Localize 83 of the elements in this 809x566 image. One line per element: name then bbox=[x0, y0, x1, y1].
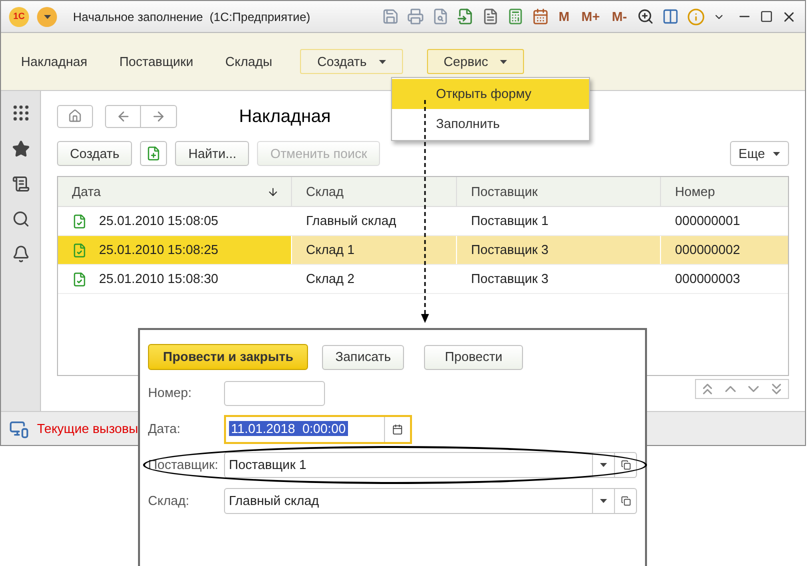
post-and-close-button[interactable]: Провести и закрыть bbox=[148, 344, 308, 370]
column-header[interactable]: Номер bbox=[660, 177, 788, 206]
memory-button[interactable]: M bbox=[556, 6, 572, 26]
table-row[interactable]: 25.01.2010 15:08:25 Склад 1 Поставщик 3 000000002 bbox=[58, 236, 788, 265]
monitor-icon[interactable] bbox=[9, 418, 29, 438]
table-row[interactable]: 25.01.2010 15:08:30 Склад 2 Поставщик 3 000000003 bbox=[58, 265, 788, 294]
caret-icon bbox=[773, 152, 780, 156]
calendar-icon[interactable] bbox=[392, 424, 403, 434]
section-link[interactable]: Поставщики bbox=[115, 52, 198, 72]
status-text[interactable]: Текущие вызовы bbox=[37, 418, 138, 438]
column-header[interactable]: Склад bbox=[291, 177, 456, 206]
posted-document-icon bbox=[72, 214, 87, 228]
memory-button[interactable]: M+ bbox=[579, 6, 602, 26]
form-button[interactable]: Записать bbox=[322, 344, 404, 370]
toolbar-button[interactable]: Найти... bbox=[175, 141, 250, 166]
caret-icon bbox=[600, 463, 607, 467]
select-field[interactable]: Главный склад bbox=[224, 488, 637, 514]
menu-item[interactable]: Заполнить bbox=[392, 109, 589, 139]
table-cell: Поставщик 3 bbox=[456, 236, 660, 264]
back-icon bbox=[116, 108, 130, 124]
column-header[interactable]: Поставщик bbox=[456, 177, 660, 206]
menu-button[interactable]: Сервис bbox=[426, 49, 524, 74]
main-menu-button[interactable] bbox=[37, 6, 57, 26]
search-icon[interactable] bbox=[12, 210, 30, 228]
add-file-icon bbox=[146, 146, 162, 161]
section-link[interactable]: Склады bbox=[221, 52, 276, 72]
document-icon[interactable] bbox=[482, 8, 499, 25]
sort-icon bbox=[267, 186, 279, 198]
home-icon bbox=[68, 109, 82, 123]
table-cell: 25.01.2010 15:08:05 bbox=[58, 207, 291, 235]
input-field[interactable] bbox=[224, 380, 325, 406]
info-icon[interactable] bbox=[687, 8, 705, 26]
zoom-icon[interactable] bbox=[637, 8, 654, 25]
copy-button[interactable] bbox=[140, 141, 168, 166]
select-field[interactable]: Поставщик 1 bbox=[224, 452, 637, 478]
more-button[interactable]: Еще bbox=[730, 141, 789, 166]
field-label: Поставщик: bbox=[148, 456, 220, 474]
caret-icon bbox=[44, 14, 50, 18]
preview-icon[interactable] bbox=[432, 8, 449, 25]
open-icon[interactable] bbox=[620, 496, 630, 506]
table-cell-text: Главный склад bbox=[305, 212, 398, 230]
open-icon[interactable] bbox=[620, 460, 630, 470]
import-icon[interactable] bbox=[456, 8, 474, 25]
table-cell-text: Склад 2 bbox=[305, 270, 356, 288]
menu-button[interactable]: Создать bbox=[300, 49, 403, 74]
table-cell-text: 000000003 bbox=[674, 270, 742, 288]
window-title: Начальное заполнение (1С:Предприятие) bbox=[73, 8, 310, 26]
maximize-icon[interactable] bbox=[760, 10, 773, 23]
history-icon[interactable] bbox=[12, 175, 30, 193]
table-cell: 25.01.2010 15:08:30 bbox=[58, 265, 291, 293]
field-label: Дата: bbox=[148, 420, 182, 438]
save-icon[interactable] bbox=[382, 8, 399, 25]
section-link[interactable]: Накладная bbox=[17, 52, 92, 72]
calendar-icon[interactable] bbox=[532, 8, 549, 25]
create-button[interactable]: Создать bbox=[57, 141, 132, 166]
table-cell-text: Поставщик 3 bbox=[470, 270, 550, 288]
print-icon[interactable] bbox=[406, 8, 424, 25]
posted-document-icon bbox=[72, 272, 87, 286]
table-cell: 000000002 bbox=[660, 236, 788, 264]
grid-icon[interactable] bbox=[10, 103, 30, 123]
table-cell: Склад 1 bbox=[291, 236, 456, 264]
panels-icon[interactable] bbox=[662, 8, 679, 25]
posted-document-icon bbox=[72, 242, 87, 258]
table-cell-text: Поставщик 1 bbox=[470, 212, 550, 230]
column-header[interactable]: Дата bbox=[58, 177, 291, 206]
bell-icon[interactable] bbox=[12, 245, 30, 263]
caret-icon bbox=[378, 60, 386, 64]
field-label: Номер: bbox=[148, 384, 193, 402]
forward-icon bbox=[151, 108, 166, 124]
form-title: Накладная bbox=[239, 104, 331, 128]
table-cell-text: 000000001 bbox=[674, 212, 742, 230]
menu-item[interactable]: Открыть форму bbox=[392, 79, 589, 109]
field-label: Склад: bbox=[148, 492, 190, 510]
form-button[interactable]: Провести bbox=[424, 344, 524, 370]
caret-icon bbox=[500, 60, 508, 64]
calculator-icon[interactable] bbox=[506, 8, 524, 25]
star-icon[interactable] bbox=[12, 140, 30, 158]
home-button[interactable] bbox=[57, 104, 93, 128]
caret-icon bbox=[600, 499, 607, 503]
date-field[interactable]: 11.01.2018 0:00:00 bbox=[224, 414, 412, 444]
memory-button[interactable]: M- bbox=[610, 6, 629, 26]
table-cell: 25.01.2010 15:08:25 bbox=[58, 236, 291, 264]
app-logo: 1С bbox=[9, 6, 29, 26]
